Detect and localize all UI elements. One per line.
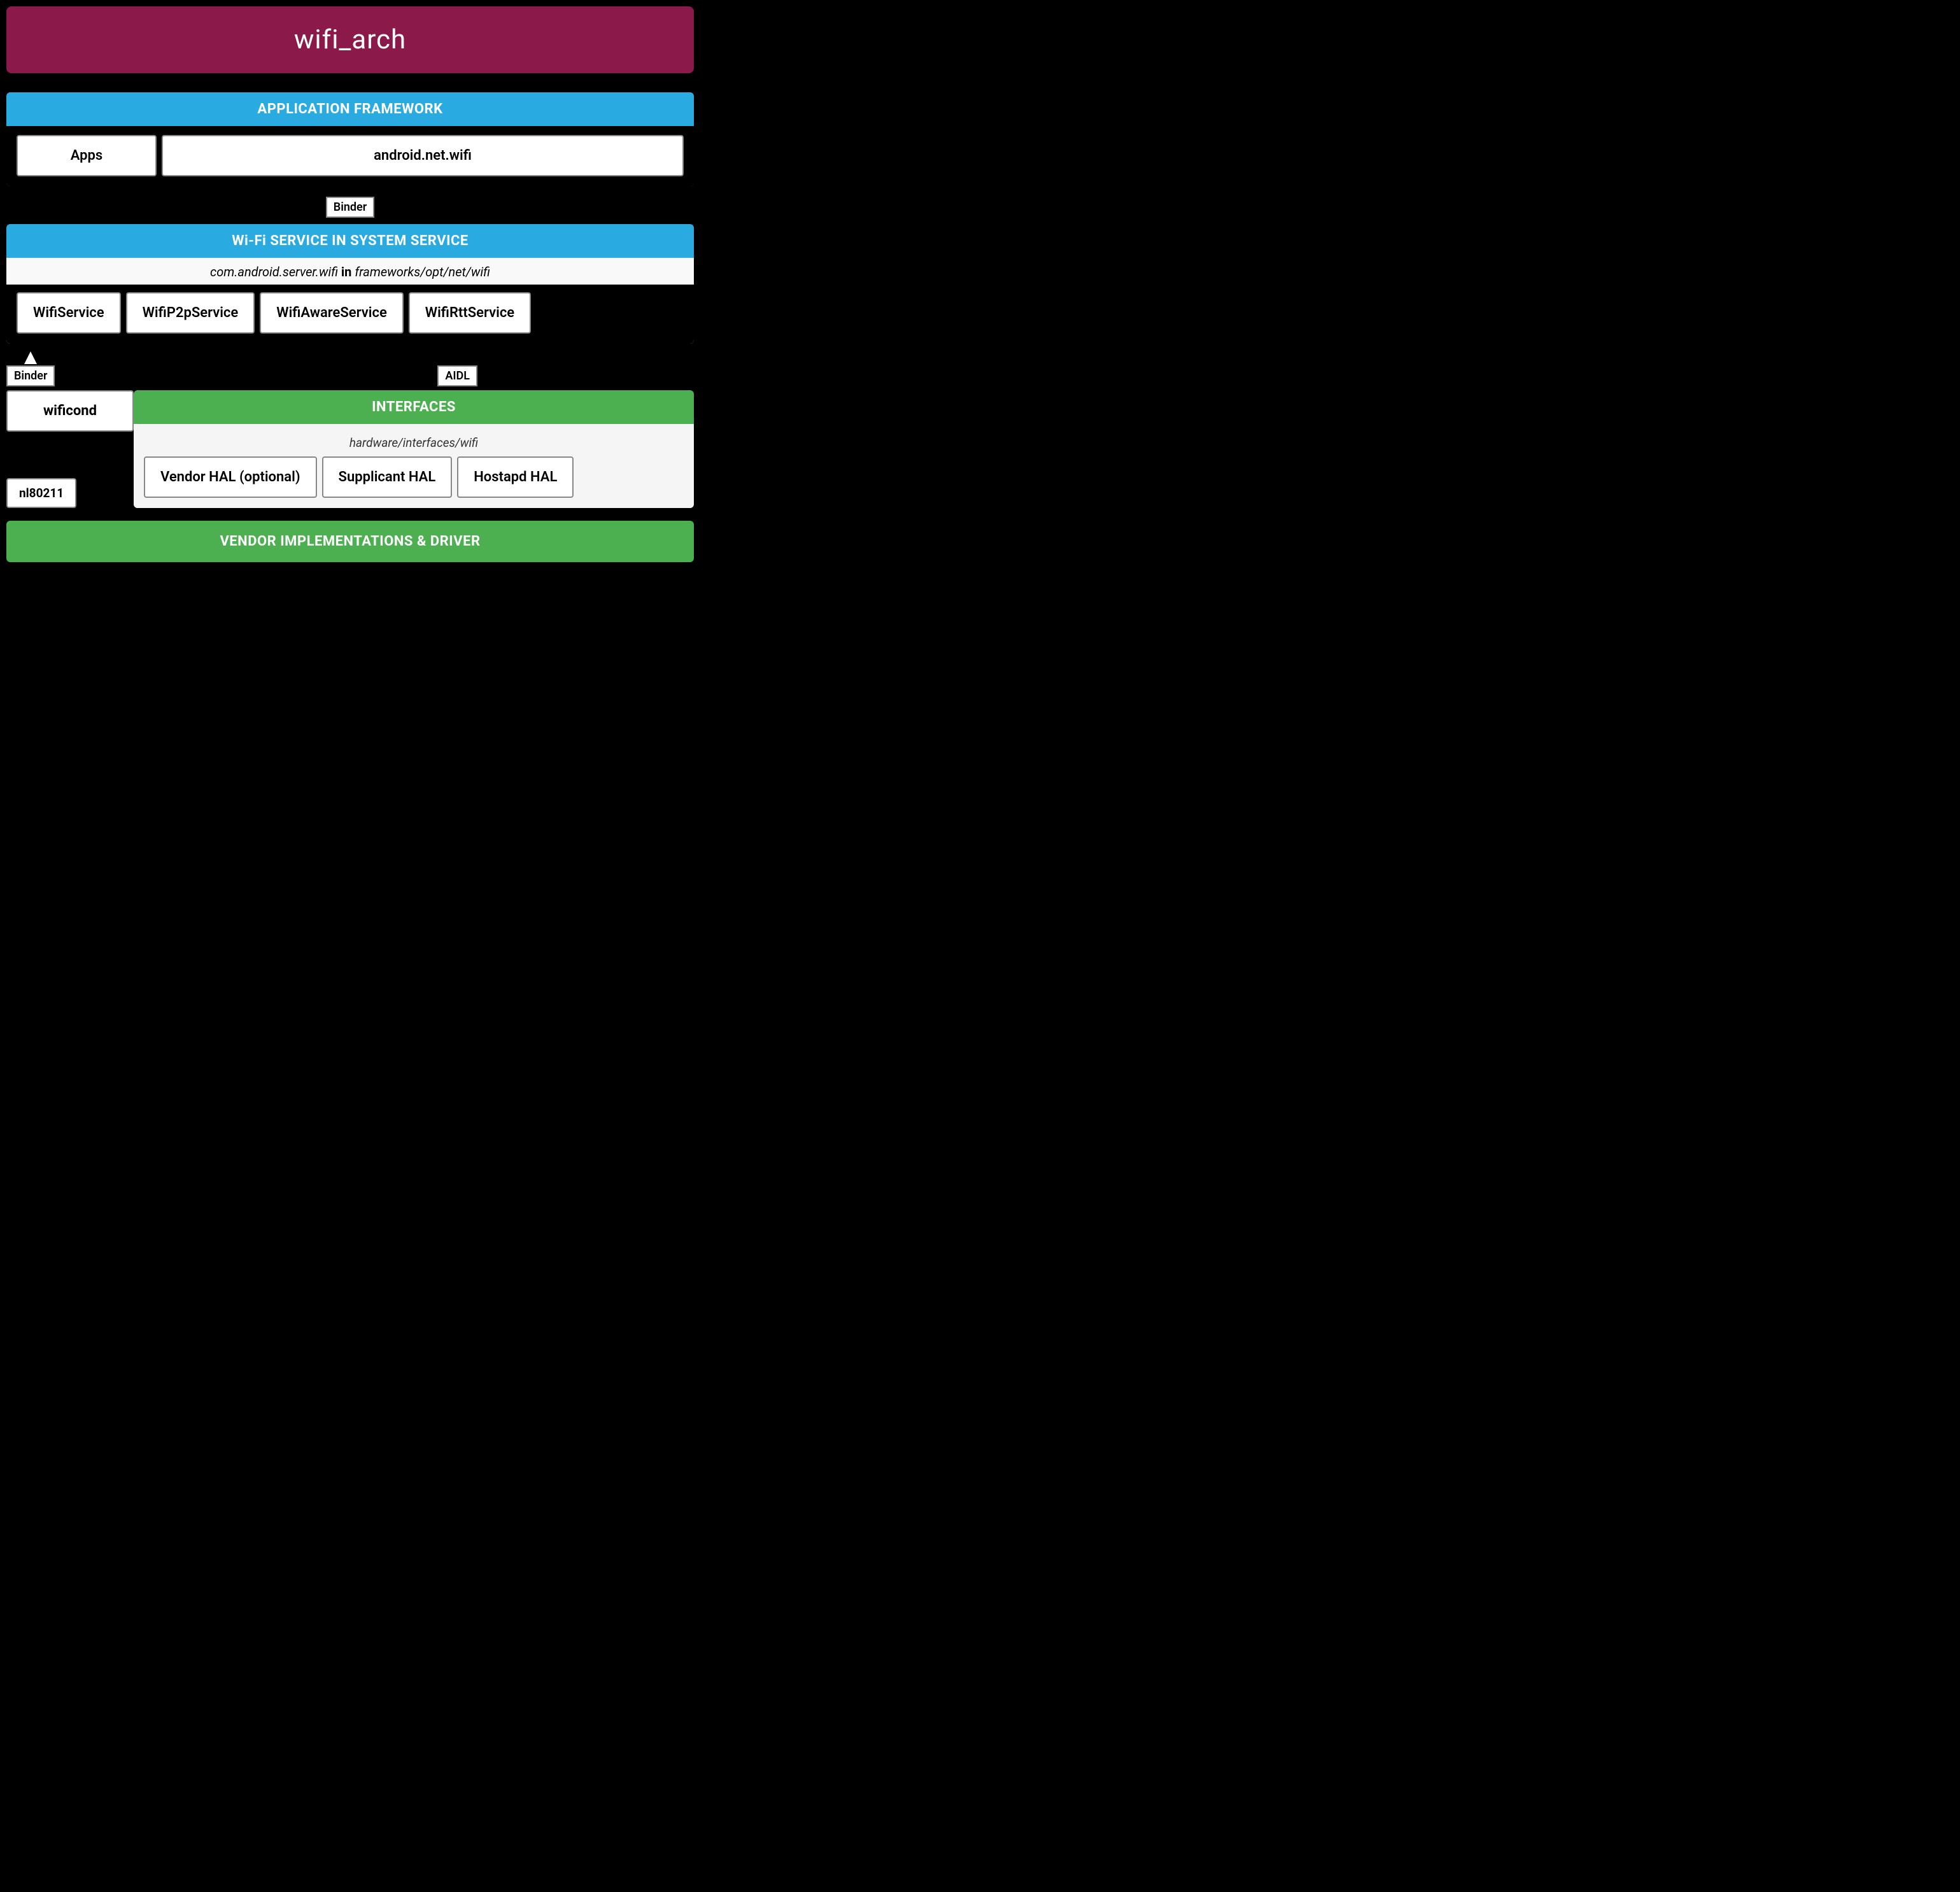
interfaces-header: INTERFACES: [134, 390, 694, 424]
binder-left-label: Binder: [6, 365, 55, 386]
aidl-label: AIDL: [437, 365, 477, 386]
interfaces-section-inner: INTERFACES hardware/interfaces/wifi Vend…: [134, 390, 694, 508]
nl80211-box: nl80211: [6, 478, 76, 508]
vendor-bar: VENDOR IMPLEMENTATIONS & DRIVER: [6, 521, 694, 562]
binder-top-label: Binder: [326, 197, 374, 218]
interfaces-subtitle: hardware/interfaces/wifi: [144, 432, 684, 456]
app-framework-section: APPLICATION FRAMEWORK Apps android.net.w…: [6, 92, 694, 187]
interfaces-body: hardware/interfaces/wifi Vendor HAL (opt…: [134, 424, 694, 508]
app-framework-boxes: Apps android.net.wifi: [17, 135, 684, 176]
lower-section: wificond nl80211 INTERFACES hardware/int…: [6, 390, 694, 508]
aidl-connector: AIDL: [437, 365, 477, 386]
wifi-service-box: WifiService: [17, 292, 121, 334]
supplicant-hal-box: Supplicant HAL: [322, 456, 453, 498]
wifi-service-boxes: WifiService WifiP2pService WifiAwareServ…: [17, 292, 684, 334]
apps-box: Apps: [17, 135, 157, 176]
vendor-bar-text: VENDOR IMPLEMENTATIONS & DRIVER: [220, 533, 480, 549]
subtitle-pre: com.android.server.wifi: [210, 264, 338, 279]
subtitle-post: frameworks/opt/net/wifi: [355, 264, 490, 279]
interfaces-boxes: Vendor HAL (optional) Supplicant HAL Hos…: [144, 456, 684, 498]
subtitle-in: in: [341, 264, 355, 279]
page-wrapper: wifi_arch APPLICATION FRAMEWORK Apps and…: [0, 6, 700, 562]
hostapd-hal-box: Hostapd HAL: [457, 456, 574, 498]
wifi-service-header: Wi-Fi SERVICE IN SYSTEM SERVICE: [6, 224, 694, 258]
interfaces-section: INTERFACES hardware/interfaces/wifi Vend…: [134, 390, 694, 508]
wifi-rtt-service-box: WifiRttService: [409, 292, 531, 334]
middle-connectors: Binder AIDL: [0, 348, 700, 390]
lower-left: wificond nl80211: [6, 390, 134, 508]
wifi-aware-service-box: WifiAwareService: [260, 292, 404, 334]
page-title: wifi_arch: [19, 24, 681, 55]
wificond-box: wificond: [6, 390, 134, 432]
wifi-service-section: Wi-Fi SERVICE IN SYSTEM SERVICE com.andr…: [6, 224, 694, 344]
wifi-service-subtitle: com.android.server.wifi in frameworks/op…: [6, 258, 694, 285]
android-net-wifi-box: android.net.wifi: [162, 135, 684, 176]
app-framework-header: APPLICATION FRAMEWORK: [6, 92, 694, 126]
wifi-p2p-service-box: WifiP2pService: [126, 292, 255, 334]
binder-top-connector: Binder: [0, 190, 700, 224]
arrow-up-icon: [24, 351, 37, 364]
vendor-hal-box: Vendor HAL (optional): [144, 456, 317, 498]
title-bar: wifi_arch: [6, 6, 694, 73]
binder-left-connector: Binder: [6, 351, 55, 386]
